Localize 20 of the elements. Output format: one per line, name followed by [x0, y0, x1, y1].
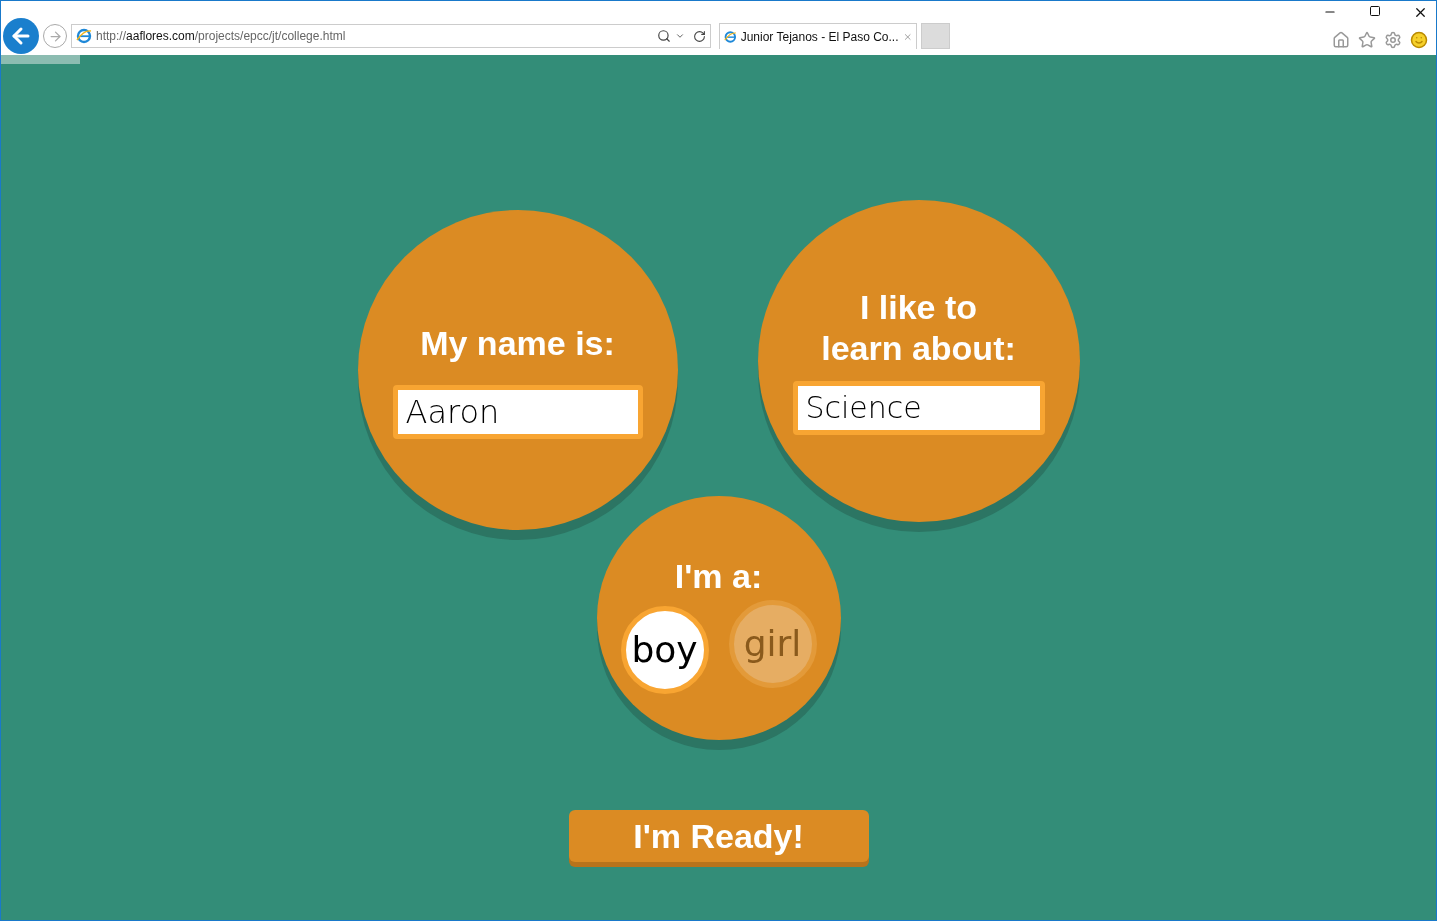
settings-icon[interactable] — [1384, 31, 1402, 49]
star-icon[interactable] — [1358, 31, 1376, 49]
smiley-icon[interactable] — [1410, 31, 1428, 49]
dropdown-icon[interactable] — [675, 31, 685, 41]
back-button[interactable] — [3, 18, 39, 54]
address-bar[interactable]: http://aaflores.com/projects/epcc/jt/college.html — [71, 24, 711, 48]
browser-logo-icon — [76, 28, 92, 44]
name-field[interactable]: Aaron — [392, 384, 643, 439]
home-icon[interactable] — [1332, 31, 1350, 49]
interest-label: I like to learn about: — [821, 287, 1016, 369]
interest-field[interactable]: Science — [792, 380, 1045, 435]
search-icon[interactable] — [657, 29, 671, 43]
close-icon[interactable] — [1413, 5, 1428, 20]
refresh-icon[interactable] — [693, 29, 706, 43]
gender-option[interactable]: boy — [620, 605, 709, 694]
name-label: My name is: — [420, 322, 615, 364]
gender-label: I'm a: — [674, 555, 763, 597]
browser-logo-icon — [724, 28, 737, 45]
browser-tab[interactable]: Junior Tejanos - El Paso Co... — [719, 23, 917, 49]
maximize-icon[interactable] — [1369, 5, 1381, 17]
